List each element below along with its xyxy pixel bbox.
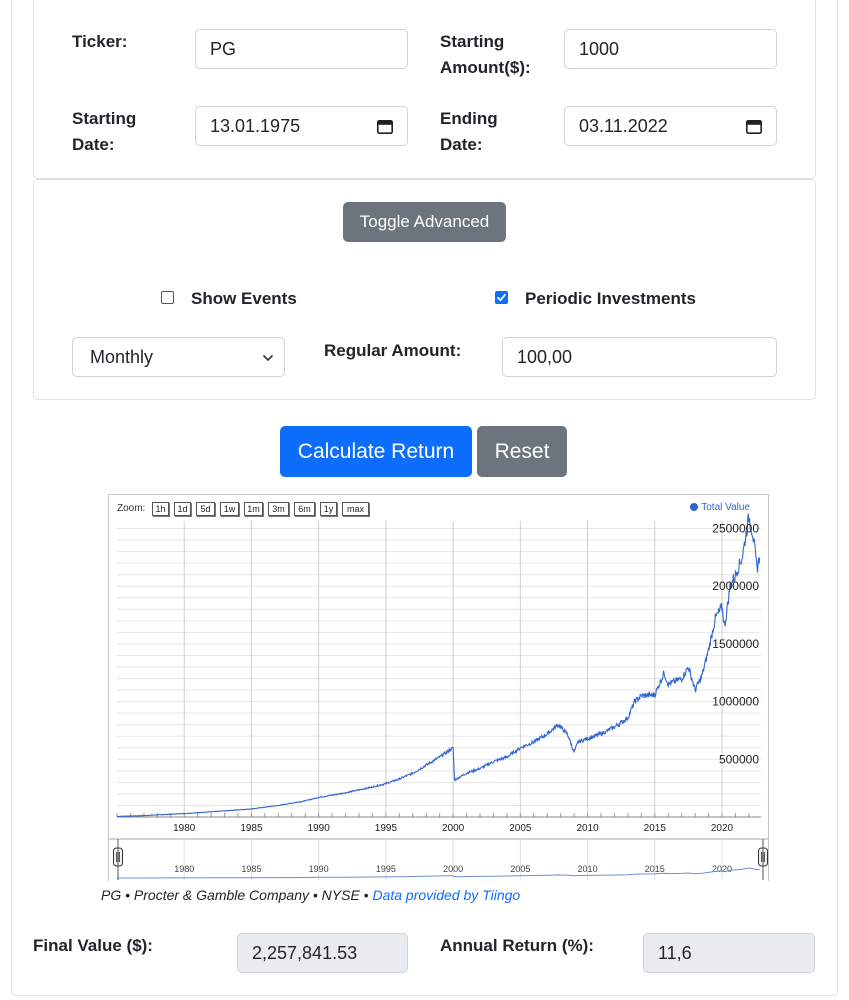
calculate-return-button[interactable]: Calculate Return: [280, 426, 472, 477]
periodic-investments-label: Periodic Investments: [525, 289, 697, 308]
toggle-advanced-button[interactable]: Toggle Advanced: [343, 202, 506, 242]
navigator-tick-label: 1985: [241, 864, 261, 874]
annual-return-label: Annual Return (%):: [440, 936, 594, 955]
navigator-tick-label: 2015: [645, 864, 665, 874]
show-events-checkbox[interactable]: [161, 291, 174, 304]
navigator-tick-label: 2005: [510, 864, 530, 874]
parameters-card: Ticker: PG Starting Amount($): 1000 Star…: [33, 0, 816, 179]
y-tick-label: 500000: [719, 752, 759, 766]
final-value-field: 2,257,841.53: [237, 933, 408, 973]
chart-svg: 500000 1000000 1500000 2000000 2500000 1980 19…: [109, 513, 768, 880]
check-icon: [497, 293, 506, 302]
y-tick-label: 2000000: [712, 579, 759, 593]
chevron-down-icon: [262, 354, 274, 362]
x-tick-label: 1985: [240, 823, 263, 834]
x-tick-label: 2000: [442, 823, 465, 834]
frequency-value: Monthly: [90, 346, 154, 367]
ticker-input[interactable]: PG: [195, 29, 408, 69]
ticker-label: Ticker:: [72, 32, 128, 51]
starting-amount-label: Starting Amount($):: [440, 32, 531, 77]
caption-text: PG • Procter & Gamble Company • NYSE •: [101, 887, 373, 903]
frequency-select[interactable]: Monthly: [72, 337, 285, 377]
starting-date-value: 13.01.1975: [210, 115, 301, 136]
reset-button[interactable]: Reset: [477, 426, 567, 477]
show-events-label: Show Events: [191, 289, 297, 308]
navigator-tick-label: 2000: [443, 864, 463, 874]
calendar-icon[interactable]: [746, 119, 762, 134]
navigator-tick-label: 1990: [309, 864, 329, 874]
data-source-link[interactable]: Data provided by Tiingo: [372, 887, 520, 903]
navigator-tick-label: 1995: [376, 864, 396, 874]
navigator-tick-label: 1980: [174, 864, 194, 874]
y-tick-label: 1500000: [712, 637, 759, 651]
x-tick-label: 1980: [173, 823, 196, 834]
calendar-icon[interactable]: [377, 119, 393, 134]
x-tick-label: 1995: [375, 823, 398, 834]
starting-date-label: Starting Date:: [72, 109, 137, 154]
annual-return-field: 11,6: [643, 933, 815, 973]
x-tick-label: 2005: [509, 823, 532, 834]
value-chart[interactable]: Zoom: 1h 1d 5d 1w 1m 3m 6m 1y max Total Value 50…: [108, 494, 769, 881]
x-tick-label: 2015: [644, 823, 667, 834]
regular-amount-input[interactable]: 100,00: [502, 337, 777, 377]
periodic-investments-checkbox[interactable]: [495, 291, 508, 304]
chart-caption: PG • Procter & Gamble Company • NYSE • D…: [101, 887, 520, 903]
regular-amount-label: Regular Amount:: [324, 341, 462, 360]
x-tick-label: 1990: [308, 823, 331, 834]
navigator-tick-label: 2010: [578, 864, 598, 874]
y-tick-label: 1000000: [712, 695, 759, 709]
ending-date-input[interactable]: 03.11.2022: [564, 106, 777, 146]
x-tick-label: 2010: [576, 823, 599, 834]
x-tick-label: 2020: [711, 823, 734, 834]
starting-date-input[interactable]: 13.01.1975: [195, 106, 408, 146]
y-tick-label: 2500000: [712, 522, 759, 536]
ending-date-label: Ending Date:: [440, 109, 498, 154]
advanced-card: Toggle Advanced Show Events Periodic Inv…: [33, 179, 816, 400]
starting-amount-input[interactable]: 1000: [564, 29, 777, 69]
navigator-tick-label: 2020: [712, 864, 732, 874]
final-value-label: Final Value ($):: [33, 936, 153, 955]
ending-date-value: 03.11.2022: [579, 115, 668, 136]
